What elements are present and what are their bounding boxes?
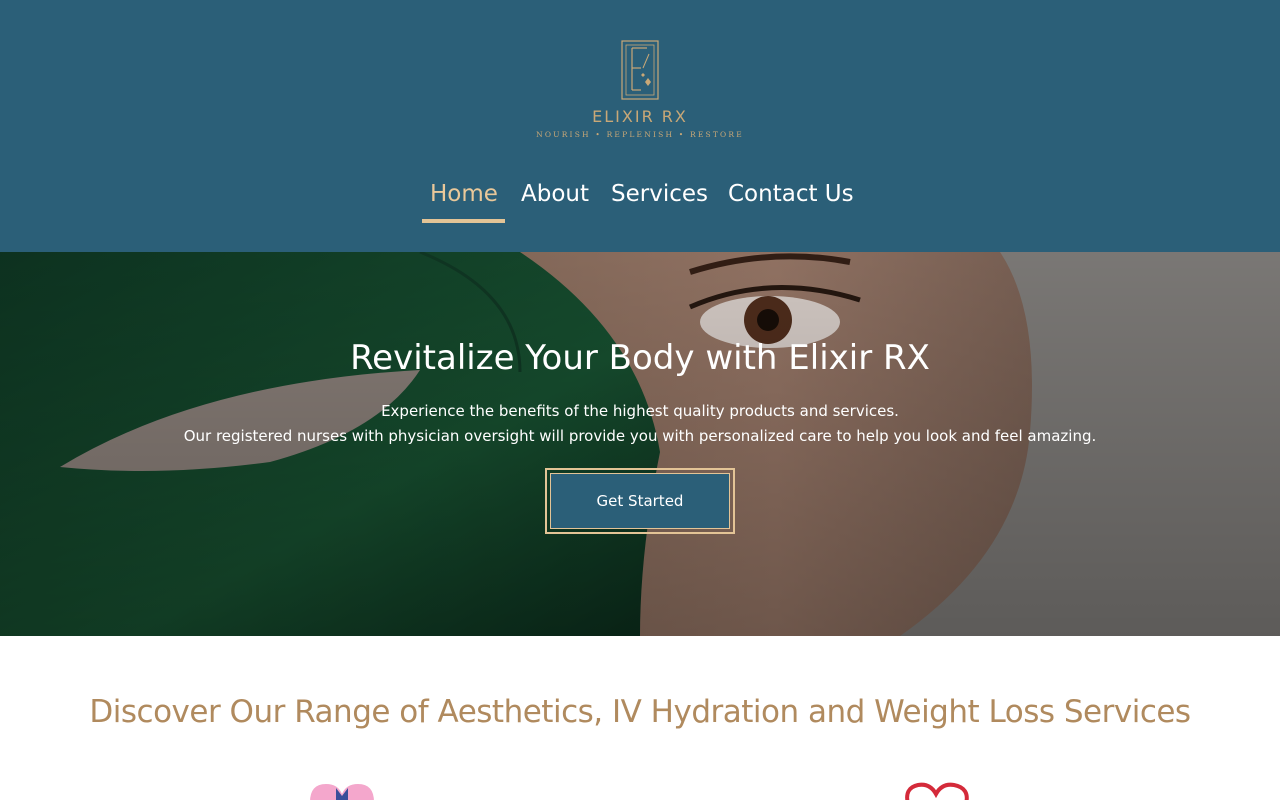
services-heading: Discover Our Range of Aesthetics, IV Hyd… bbox=[89, 694, 1191, 730]
nav-services[interactable]: Services bbox=[611, 176, 708, 222]
hero-description-line-2: Our registered nurses with physician ove… bbox=[183, 427, 1097, 445]
brand-tagline: NOURISH • REPLENISH • RESTORE bbox=[536, 130, 744, 139]
brand-name: ELIXIR RX bbox=[592, 107, 688, 126]
cta-frame: Get Started bbox=[545, 468, 735, 534]
nav-about[interactable]: About bbox=[521, 176, 589, 222]
heart-lips-icon bbox=[310, 784, 374, 800]
elixir-monogram-icon bbox=[621, 40, 659, 100]
hero-section: Revitalize Your Body with Elixir RX Expe… bbox=[0, 252, 1280, 636]
brand-logo[interactable]: ELIXIR RX NOURISH • REPLENISH • RESTORE bbox=[520, 40, 760, 142]
hero-title: Revitalize Your Body with Elixir RX bbox=[350, 338, 930, 378]
site-header: ELIXIR RX NOURISH • REPLENISH • RESTORE … bbox=[0, 0, 1280, 252]
hero-description-line-1: Experience the benefits of the highest q… bbox=[381, 402, 899, 420]
heart-outline-icon bbox=[905, 782, 969, 800]
nav-home[interactable]: Home bbox=[430, 176, 498, 222]
main-nav: Home About Services Contact Us bbox=[0, 176, 1280, 224]
nav-contact-us[interactable]: Contact Us bbox=[728, 176, 854, 222]
get-started-button[interactable]: Get Started bbox=[550, 473, 730, 529]
nav-active-indicator bbox=[422, 219, 505, 223]
